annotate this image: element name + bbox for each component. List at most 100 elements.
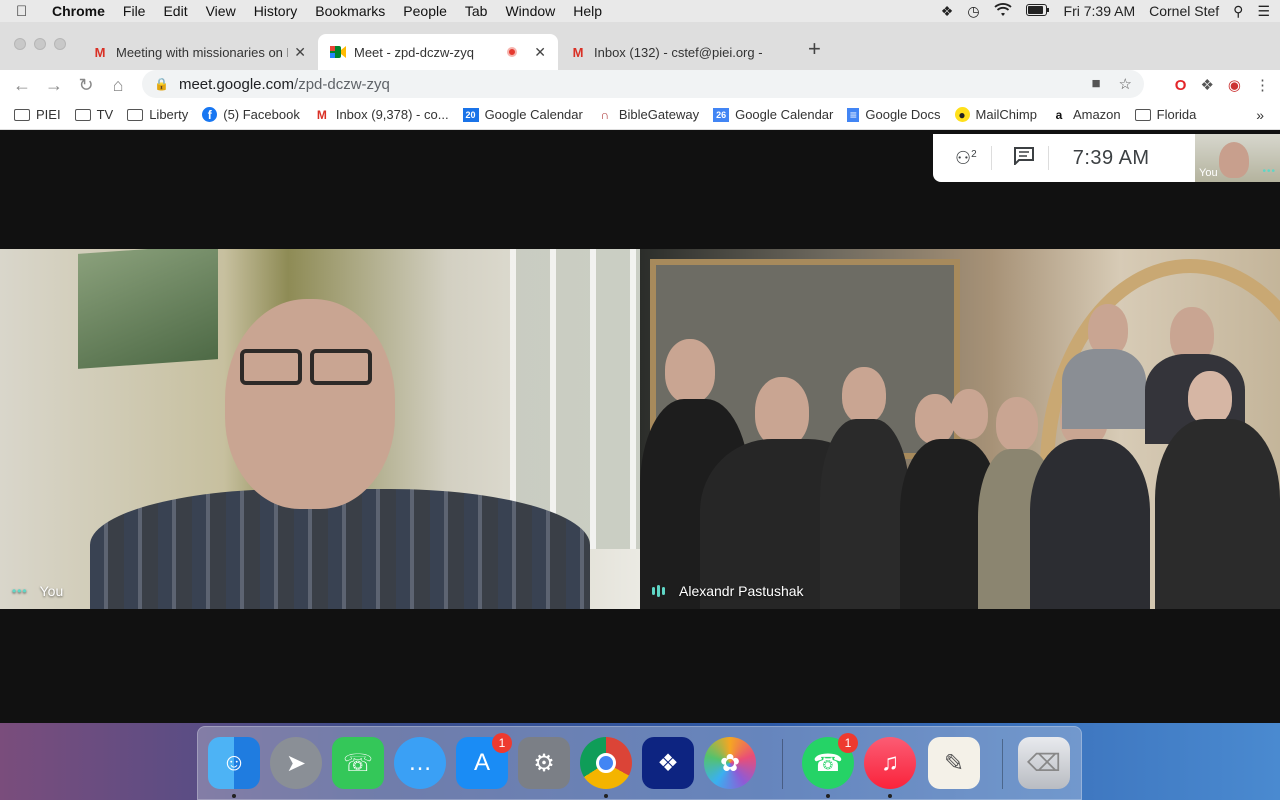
menu-edit[interactable]: Edit [163, 3, 187, 19]
menu-people[interactable]: People [403, 3, 447, 19]
chat-button[interactable] [1013, 146, 1034, 170]
more-options-icon[interactable]: ••• [1262, 166, 1276, 177]
gmail-icon: M [94, 44, 106, 60]
wall-poster [78, 249, 218, 369]
participants-button[interactable]: ⚇2 [955, 148, 977, 169]
tab-title: Meet - zpd-dczw-zyq [354, 44, 474, 60]
finder-icon[interactable]: ☺ [208, 737, 260, 798]
menu-app-name[interactable]: Chrome [52, 3, 105, 19]
app-store-icon[interactable]: A1 [456, 733, 512, 789]
new-tab-button[interactable]: + [808, 36, 821, 62]
tab-strip: M Meeting with missionaries on F ✕ Meet … [0, 22, 1280, 70]
wifi-icon[interactable] [993, 2, 1012, 20]
tab-meeting-missionaries[interactable]: M Meeting with missionaries on F ✕ [80, 34, 318, 70]
bookmarks-bar: PIEI TV Liberty f (5) Facebook M Inbox (9,… [0, 100, 1280, 130]
menu-bookmarks[interactable]: Bookmarks [315, 3, 385, 19]
calendar-icon: 26 [713, 107, 730, 122]
bookmark-amazon[interactable]: a Amazon [1051, 107, 1121, 122]
bookmark-facebook[interactable]: f (5) Facebook [202, 107, 300, 122]
menu-history[interactable]: History [254, 3, 298, 19]
tab-title: Meeting with missionaries on F [116, 44, 288, 60]
more-options-icon[interactable]: ••• [12, 584, 28, 598]
menu-tab[interactable]: Tab [465, 3, 488, 19]
video-tile-alexandr-pastushak[interactable]: Alexandr Pastushak [640, 249, 1280, 609]
menubar-user[interactable]: Cornel Stef [1149, 3, 1219, 19]
participant-name: You [39, 583, 64, 599]
camera-permission-icon[interactable]: ■ [1091, 75, 1100, 93]
whatsapp-icon[interactable]: ☎ 1 [802, 733, 858, 798]
bookmark-google-calendar-2[interactable]: 26 Google Calendar [713, 107, 833, 122]
person-shirt [1030, 439, 1150, 609]
running-indicator [826, 794, 830, 798]
apple-icon[interactable]:  [16, 3, 34, 20]
window-close-button[interactable] [14, 38, 26, 50]
notification-center-icon[interactable]: ☰ [1257, 3, 1270, 20]
menu-file[interactable]: File [123, 3, 146, 19]
time-machine-icon[interactable]: ◷ [967, 3, 979, 20]
bookmark-florida[interactable]: Florida [1134, 107, 1196, 122]
back-button[interactable]: ← [12, 75, 32, 96]
chrome-menu-icon[interactable]: ⋮ [1255, 76, 1270, 94]
more-bookmarks-icon[interactable]: » [1256, 107, 1264, 123]
extensions-puzzle-icon[interactable]: ❖ [1200, 76, 1213, 94]
profile-extension-icon[interactable]: ◉ [1228, 76, 1241, 94]
bookmark-label: PIEI [36, 107, 61, 122]
photos-icon[interactable]: ✿ [704, 737, 756, 789]
url-path: /zpd-dczw-zyq [294, 75, 390, 93]
bookmark-label: BibleGateway [618, 107, 700, 122]
bookmark-star-icon[interactable]: ☆ [1119, 75, 1132, 93]
tab-meet[interactable]: Meet - zpd-dczw-zyq ✕ [318, 34, 558, 70]
messages-icon[interactable]: … [394, 737, 446, 789]
home-button[interactable]: ⌂ [108, 75, 128, 96]
bookmark-inbox[interactable]: M Inbox (9,378) - co... [314, 107, 449, 122]
tile-name-bar: Alexandr Pastushak [652, 583, 804, 599]
opera-extension-icon[interactable]: O [1175, 77, 1187, 94]
menu-view[interactable]: View [206, 3, 236, 19]
self-label: You [1199, 167, 1218, 179]
bookmark-google-calendar[interactable]: 20 Google Calendar [462, 107, 583, 122]
lock-icon[interactable]: 🔒 [154, 77, 169, 91]
bookmark-label: TV [96, 107, 114, 122]
bookmark-biblegateway[interactable]: ∩ BibleGateway [597, 107, 700, 122]
battery-icon[interactable] [1025, 3, 1050, 19]
textedit-icon[interactable]: ✎ [928, 737, 980, 789]
bookmark-label: Inbox (9,378) - co... [335, 107, 449, 122]
dropbox-status-icon[interactable]: ❖ [941, 3, 954, 20]
address-bar[interactable]: 🔒 meet.google.com/zpd-dczw-zyq ■ ☆ [142, 70, 1144, 98]
chrome-icon[interactable] [580, 737, 632, 798]
person-face [842, 367, 886, 423]
menu-window[interactable]: Window [505, 3, 555, 19]
meet-icon [330, 44, 346, 60]
dropbox-icon[interactable]: ❖ [642, 737, 694, 789]
video-tile-you[interactable]: ••• You [0, 249, 640, 609]
meet-top-bar: ⚇2 7:39 AM [933, 134, 1195, 182]
meeting-clock: 7:39 AM [1072, 146, 1150, 169]
window-minimize-button[interactable] [34, 38, 46, 50]
menubar-clock[interactable]: Fri 7:39 AM [1064, 3, 1136, 19]
forward-button[interactable]: → [44, 75, 64, 96]
bookmark-google-docs[interactable]: ≡ Google Docs [847, 107, 941, 122]
bookmark-mailchimp[interactable]: ● MailChimp [954, 107, 1037, 122]
spotlight-search-icon[interactable]: ⚲ [1233, 3, 1243, 20]
trash-icon[interactable]: ⌫ [1018, 737, 1070, 789]
person-face [915, 394, 955, 444]
close-tab-icon[interactable]: ✕ [294, 44, 306, 61]
music-icon[interactable]: ♫ [864, 737, 916, 798]
menu-help[interactable]: Help [573, 3, 602, 19]
tab-inbox[interactable]: M Inbox (132) - cstef@piei.org - P [558, 34, 796, 70]
bookmark-liberty[interactable]: Liberty [127, 107, 188, 122]
bookmark-tv[interactable]: TV [74, 107, 114, 122]
person-face [996, 397, 1038, 451]
reload-button[interactable]: ↻ [76, 75, 96, 96]
running-indicator [888, 794, 892, 798]
person-glasses [310, 349, 372, 385]
self-view-thumbnail[interactable]: You ••• [1195, 134, 1280, 182]
window-zoom-button[interactable] [54, 38, 66, 50]
speaking-indicator-icon [652, 585, 665, 597]
facetime-icon[interactable]: ☏ [332, 737, 384, 789]
divider [990, 146, 992, 170]
close-tab-icon[interactable]: ✕ [534, 44, 546, 61]
bookmark-piei[interactable]: PIEI [14, 107, 61, 122]
launchpad-icon[interactable]: ➤ [270, 737, 322, 789]
system-preferences-icon[interactable]: ⚙ [518, 737, 570, 789]
